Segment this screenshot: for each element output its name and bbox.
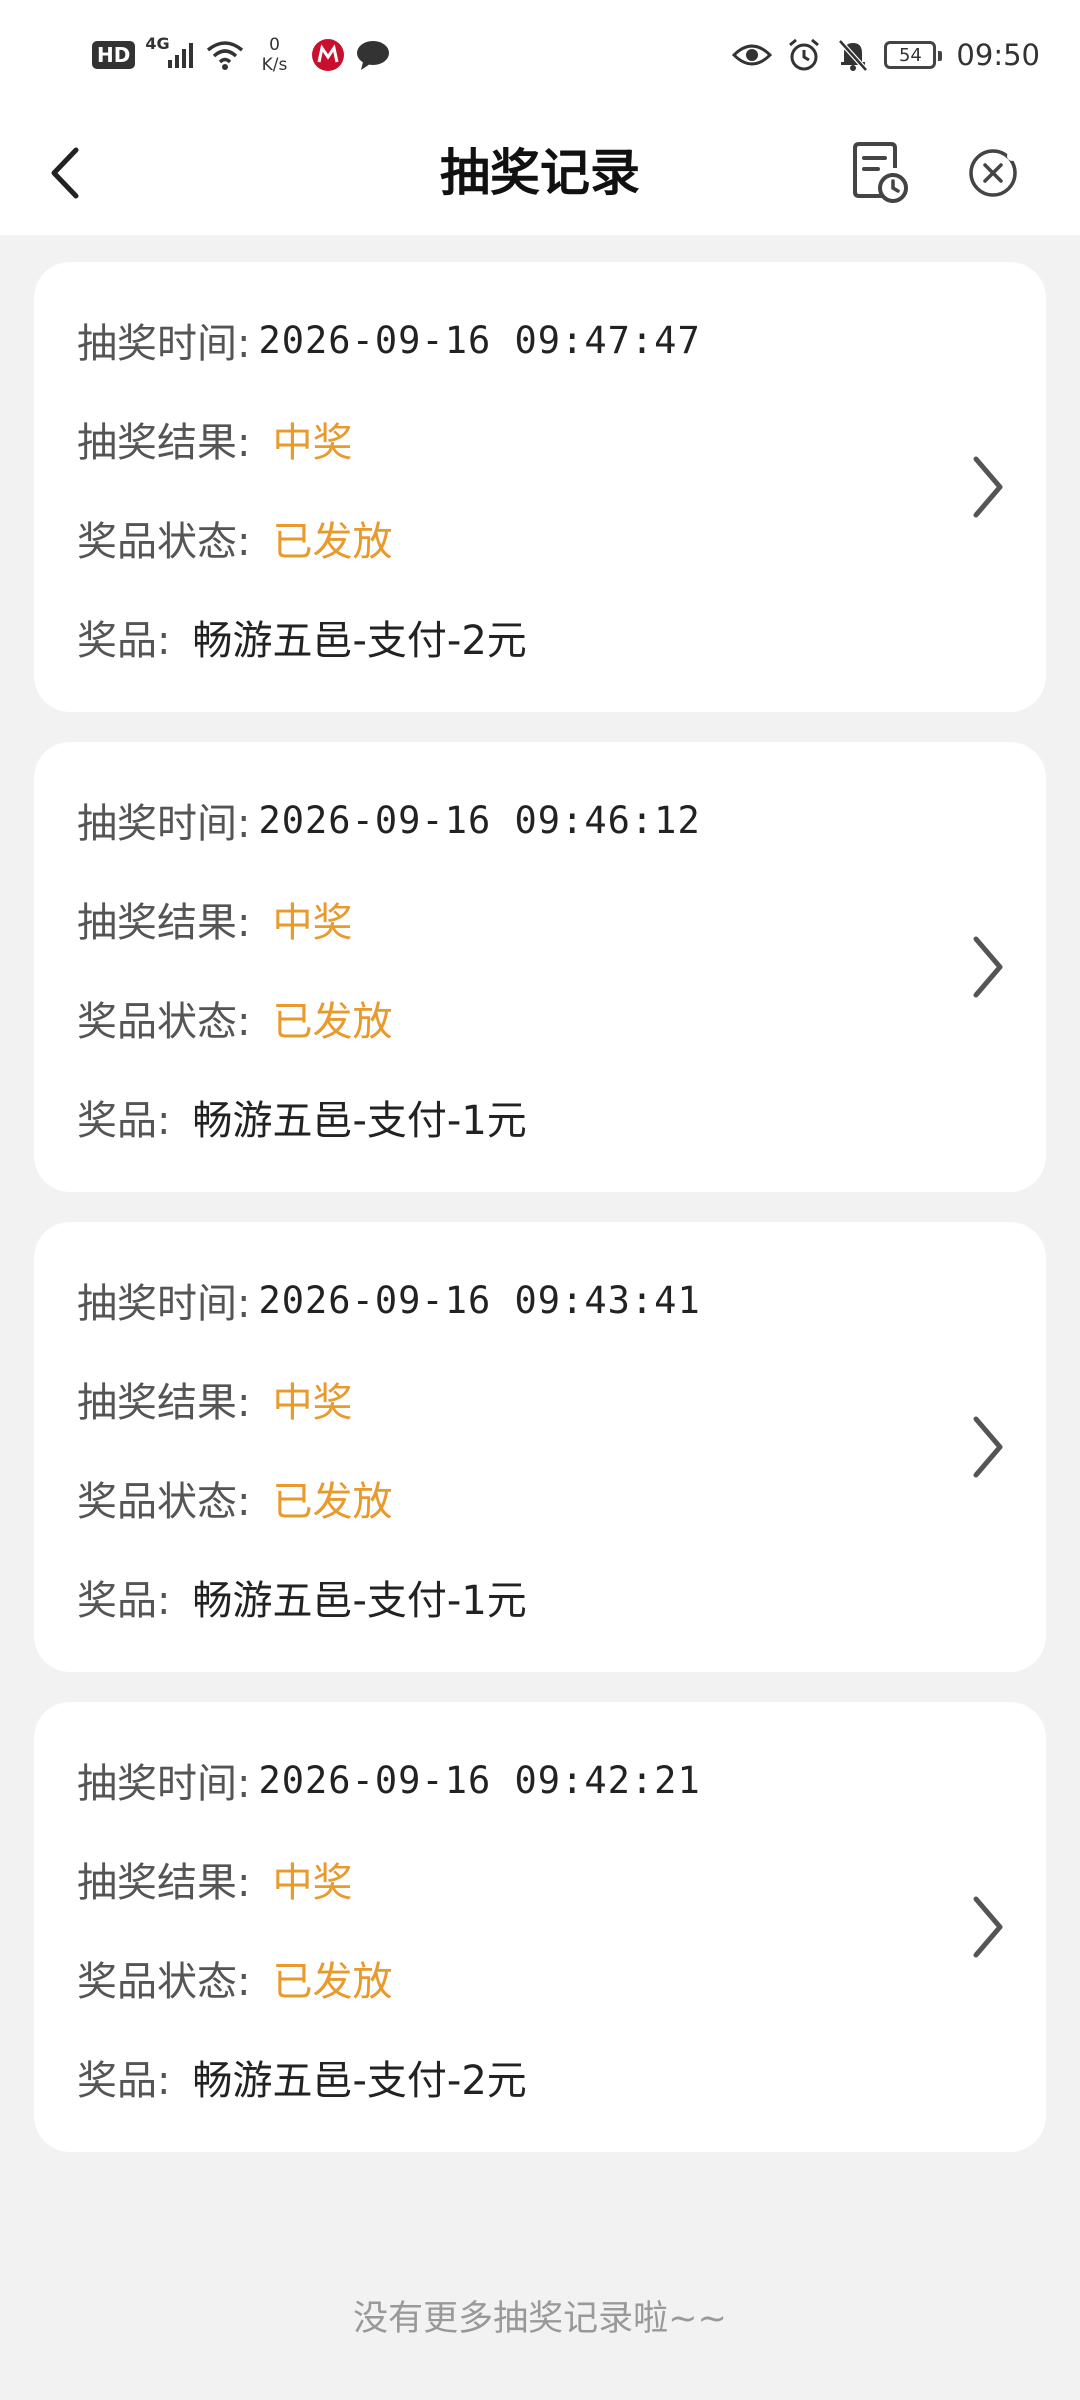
record-result-row: 抽奖结果: 中奖	[77, 889, 352, 949]
status-label: 奖品状态:	[77, 519, 251, 565]
result-label: 抽奖结果:	[77, 1860, 251, 1906]
record-prize: 畅游五邑-支付-1元	[192, 1098, 527, 1144]
prize-label: 奖品:	[77, 1098, 171, 1144]
record-status-row: 奖品状态: 已发放	[77, 1468, 392, 1528]
no-more-records-text: 没有更多抽奖记录啦~~	[353, 2299, 727, 2339]
prize-label: 奖品:	[77, 618, 171, 664]
record-prize: 畅游五邑-支付-1元	[192, 1578, 527, 1624]
record-prize: 畅游五邑-支付-2元	[192, 2058, 527, 2104]
alarm-icon	[789, 38, 820, 71]
close-circle-icon	[969, 149, 1017, 197]
chevron-right-icon	[973, 1896, 1003, 1958]
wifi-icon	[206, 41, 243, 70]
chevron-right-icon	[973, 936, 1003, 998]
status-label: 奖品状态:	[77, 1479, 251, 1525]
time-label: 抽奖时间:	[77, 801, 251, 847]
status-label: 奖品状态:	[77, 1959, 251, 2005]
bank-app-icon	[312, 39, 345, 71]
speed-value: 0	[269, 35, 280, 55]
result-label: 抽奖结果:	[77, 420, 251, 466]
hd-badge: HD	[92, 41, 136, 69]
record-prize-row: 奖品: 畅游五邑-支付-1元	[77, 1087, 527, 1147]
record-status: 已发放	[272, 1959, 393, 2005]
record-status: 已发放	[272, 999, 393, 1045]
record-card[interactable]: 抽奖时间: 2026-09-16 09:47:47 抽奖结果: 中奖 奖品状态:…	[34, 262, 1046, 712]
chevron-right-icon	[973, 456, 1003, 518]
record-time: 2026-09-16 09:43:41	[258, 1278, 701, 1322]
network-speed: 0 K/s	[262, 35, 288, 75]
record-status-row: 奖品状态: 已发放	[77, 1948, 392, 2008]
chat-icon	[357, 41, 390, 70]
status-bar-right: 54 09:50	[732, 30, 1040, 80]
record-result-row: 抽奖结果: 中奖	[77, 409, 352, 469]
time-label: 抽奖时间:	[77, 1761, 251, 1807]
record-status: 已发放	[272, 1479, 393, 1525]
record-prize-row: 奖品: 畅游五邑-支付-2元	[77, 2047, 527, 2107]
time-label: 抽奖时间:	[77, 321, 251, 367]
nav-bar: 抽奖记录	[0, 110, 1080, 235]
record-time-row: 抽奖时间: 2026-09-16 09:43:41	[77, 1270, 701, 1330]
record-time-row: 抽奖时间: 2026-09-16 09:47:47	[77, 310, 701, 370]
record-time-row: 抽奖时间: 2026-09-16 09:42:21	[77, 1750, 701, 1810]
record-result: 中奖	[272, 900, 353, 946]
record-result: 中奖	[272, 1860, 353, 1906]
speed-unit: K/s	[261, 55, 288, 75]
result-label: 抽奖结果:	[77, 900, 251, 946]
network-type: 4G	[145, 33, 170, 53]
status-label: 奖品状态:	[77, 999, 251, 1045]
record-card[interactable]: 抽奖时间: 2026-09-16 09:43:41 抽奖结果: 中奖 奖品状态:…	[34, 1222, 1046, 1672]
record-prize: 畅游五邑-支付-2元	[192, 618, 527, 664]
record-result: 中奖	[272, 420, 353, 466]
record-result: 中奖	[272, 1380, 353, 1426]
page-title: 抽奖记录	[440, 144, 640, 202]
record-prize-row: 奖品: 畅游五邑-支付-1元	[77, 1567, 527, 1627]
bell-off-icon	[838, 39, 869, 72]
prize-label: 奖品:	[77, 1578, 171, 1624]
document-clock-icon	[853, 142, 908, 203]
prize-label: 奖品:	[77, 2058, 171, 2104]
record-result-row: 抽奖结果: 中奖	[77, 1849, 352, 1909]
record-result-row: 抽奖结果: 中奖	[77, 1369, 352, 1429]
record-prize-row: 奖品: 畅游五邑-支付-2元	[77, 607, 527, 667]
signal-icon	[167, 43, 193, 68]
result-label: 抽奖结果:	[77, 1380, 251, 1426]
record-status: 已发放	[272, 519, 393, 565]
record-card[interactable]: 抽奖时间: 2026-09-16 09:42:21 抽奖结果: 中奖 奖品状态:…	[34, 1702, 1046, 2152]
battery-level: 54	[898, 44, 922, 66]
chevron-right-icon	[973, 1416, 1003, 1478]
eye-icon	[732, 44, 773, 66]
record-time: 2026-09-16 09:46:12	[258, 798, 701, 842]
time-label: 抽奖时间:	[77, 1281, 251, 1327]
status-bar: HD 4G 0 K/s 54 09:50	[0, 0, 1080, 110]
record-status-row: 奖品状态: 已发放	[77, 508, 392, 568]
record-card[interactable]: 抽奖时间: 2026-09-16 09:46:12 抽奖结果: 中奖 奖品状态:…	[34, 742, 1046, 1192]
record-history-button[interactable]	[845, 138, 915, 208]
status-time: 09:50	[956, 38, 1040, 72]
record-status-row: 奖品状态: 已发放	[77, 988, 392, 1048]
status-bar-left: HD 4G 0 K/s	[92, 30, 391, 80]
battery-indicator: 54	[884, 41, 943, 69]
close-button[interactable]	[958, 138, 1028, 208]
record-time-row: 抽奖时间: 2026-09-16 09:46:12	[77, 790, 701, 850]
record-time: 2026-09-16 09:42:21	[258, 1758, 701, 1802]
record-time: 2026-09-16 09:47:47	[258, 318, 701, 362]
